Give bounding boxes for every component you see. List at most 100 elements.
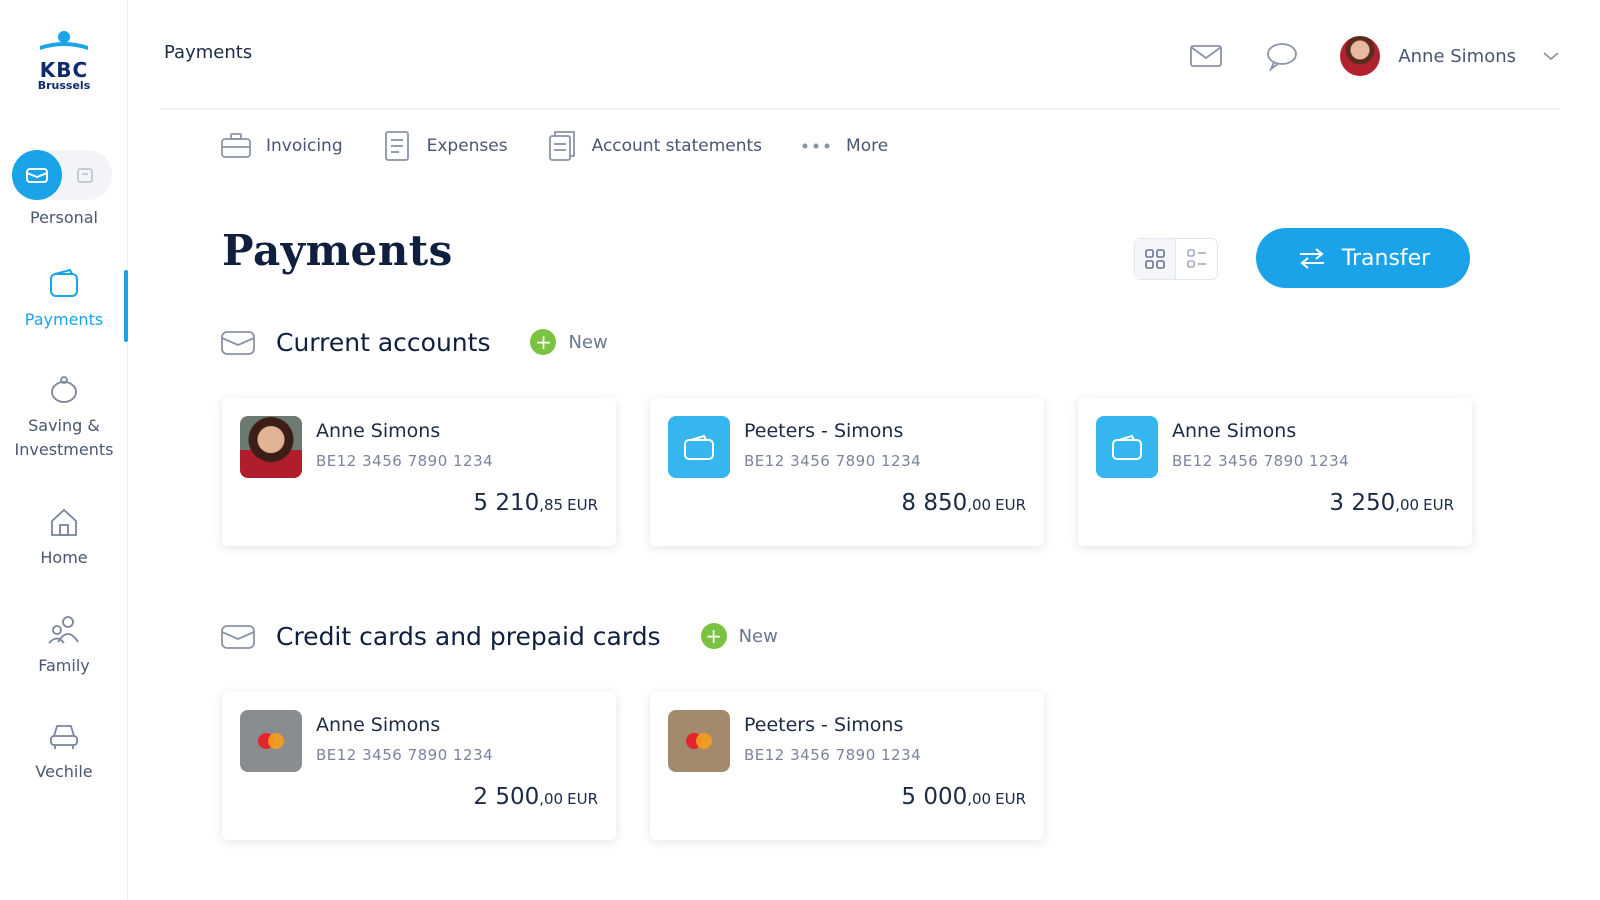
grid-view-icon <box>1145 249 1165 269</box>
subnav-label: More <box>846 136 889 156</box>
balance-currency: EUR <box>567 790 598 808</box>
car-icon <box>50 725 78 749</box>
active-indicator <box>124 270 128 342</box>
plus-icon: + <box>530 329 557 355</box>
mode-label: Personal <box>29 208 98 227</box>
piggy-bank-icon <box>51 376 77 403</box>
sidebar: KBC Brussels Personal Payments Saving & … <box>0 0 128 900</box>
credit-card-item[interactable]: Peeters - Simons BE12 3456 7890 1234 5 0… <box>650 692 1044 840</box>
account-balance: 5 210,85 EUR <box>473 490 598 516</box>
balance-integer: 5 000 <box>901 784 968 810</box>
sidebar-item-label: Saving & Investments <box>14 416 114 459</box>
subnav-expenses[interactable]: Expenses <box>381 130 508 162</box>
balance-currency: EUR <box>1423 496 1454 514</box>
account-owner-photo <box>240 416 302 478</box>
sub-navigation: Invoicing Expenses Account statements Mo… <box>220 126 926 166</box>
mastercard-icon <box>668 710 730 772</box>
balance-currency: EUR <box>567 496 598 514</box>
balance-integer: 5 210 <box>473 490 540 516</box>
card-balance: 5 000,00 EUR <box>901 784 1026 810</box>
subnav-more[interactable]: More <box>800 130 888 162</box>
new-account-button[interactable]: + New <box>530 329 608 355</box>
briefcase-icon <box>220 130 252 162</box>
credit-card-item[interactable]: Anne Simons BE12 3456 7890 1234 2 500,00… <box>222 692 616 840</box>
sidebar-item-family[interactable]: Family <box>0 612 128 678</box>
account-iban: BE12 3456 7890 1234 <box>316 452 494 470</box>
account-name: Anne Simons <box>316 420 441 442</box>
account-iban: BE12 3456 7890 1234 <box>1172 452 1350 470</box>
section-title: Credit cards and prepaid cards <box>276 621 661 651</box>
new-card-button[interactable]: + New <box>700 623 778 649</box>
sidebar-item-vehicle[interactable]: Vechile <box>0 718 128 784</box>
wallet-section-icon <box>221 331 255 355</box>
subnav-label: Invoicing <box>266 136 343 156</box>
sidebar-item-label: Family <box>38 656 90 675</box>
family-icon <box>48 616 79 644</box>
account-card[interactable]: Anne Simons BE12 3456 7890 1234 3 250,00… <box>1078 398 1472 546</box>
avatar[interactable] <box>1340 36 1381 76</box>
account-balance: 3 250,00 EUR <box>1329 490 1454 516</box>
grid-view-button[interactable] <box>1135 239 1177 279</box>
kbc-logo-mark <box>40 31 88 50</box>
personal-mode-button[interactable] <box>12 150 62 200</box>
view-toggle <box>1134 238 1218 280</box>
mastercard-icon <box>240 710 302 772</box>
sidebar-item-label: Home <box>40 548 88 567</box>
wallet-account-icon <box>1096 416 1158 478</box>
list-view-icon <box>1186 249 1206 268</box>
card-holder-name: Anne Simons <box>316 714 441 736</box>
page-title: Payments <box>222 226 453 275</box>
top-bar: Payments Anne Simons <box>128 0 1600 112</box>
mail-icon <box>1190 45 1223 67</box>
card-number: BE12 3456 7890 1234 <box>316 746 494 764</box>
balance-decimals: ,00 <box>967 496 992 514</box>
sidebar-item-home[interactable]: Home <box>0 504 128 570</box>
balance-decimals: ,00 <box>1395 496 1420 514</box>
balance-decimals: ,00 <box>967 790 992 808</box>
account-iban: BE12 3456 7890 1234 <box>744 452 922 470</box>
sidebar-item-payments[interactable]: Payments <box>0 266 128 332</box>
subnav-invoicing[interactable]: Invoicing <box>220 130 343 162</box>
subnav-label: Account statements <box>591 136 763 156</box>
section-credit-cards: Credit cards and prepaid cards + New <box>220 620 778 652</box>
account-name: Peeters - Simons <box>744 420 904 442</box>
card-balance: 2 500,00 EUR <box>473 784 598 810</box>
account-card[interactable]: Peeters - Simons BE12 3456 7890 1234 8 8… <box>650 398 1044 546</box>
balance-decimals: ,85 <box>539 496 564 514</box>
header-divider <box>160 108 1560 110</box>
card-section-icon <box>221 625 255 649</box>
statement-icon <box>546 130 578 162</box>
more-dots-icon <box>800 130 832 162</box>
list-view-button[interactable] <box>1176 239 1217 279</box>
chevron-down-icon[interactable] <box>1542 50 1560 62</box>
shared-account-icon <box>668 416 730 478</box>
sidebar-item-label: Vechile <box>35 762 93 781</box>
building-icon <box>77 168 93 183</box>
sidebar-item-saving[interactable]: Saving & Investments <box>0 372 128 462</box>
balance-decimals: ,00 <box>539 790 564 808</box>
user-name[interactable]: Anne Simons <box>1398 46 1516 67</box>
wallet-small-icon <box>26 168 48 183</box>
transfer-button[interactable]: Transfer <box>1256 228 1470 288</box>
mail-button[interactable] <box>1188 38 1224 74</box>
new-label: New <box>568 331 608 353</box>
balance-currency: EUR <box>995 496 1026 514</box>
balance-currency: EUR <box>995 790 1026 808</box>
sidebar-item-label: Payments <box>24 310 104 329</box>
new-label: New <box>738 625 778 647</box>
logo-subtext: Brussels <box>37 79 91 92</box>
breadcrumb[interactable]: Payments <box>164 42 252 63</box>
card-number: BE12 3456 7890 1234 <box>744 746 922 764</box>
personal-business-switch[interactable] <box>12 150 112 202</box>
account-card[interactable]: Anne Simons BE12 3456 7890 1234 5 210,85… <box>222 398 616 546</box>
transfer-arrows-icon <box>1299 248 1324 269</box>
plus-icon: + <box>700 623 727 649</box>
chat-button[interactable] <box>1264 38 1300 74</box>
receipt-icon <box>381 130 413 162</box>
card-holder-name: Peeters - Simons <box>744 714 904 736</box>
subnav-account-statements[interactable]: Account statements <box>546 130 762 162</box>
kbc-logo[interactable]: KBC Brussels <box>26 30 102 92</box>
section-current-accounts: Current accounts + New <box>220 326 608 358</box>
home-icon <box>51 508 77 536</box>
business-mode-button[interactable] <box>74 164 96 186</box>
